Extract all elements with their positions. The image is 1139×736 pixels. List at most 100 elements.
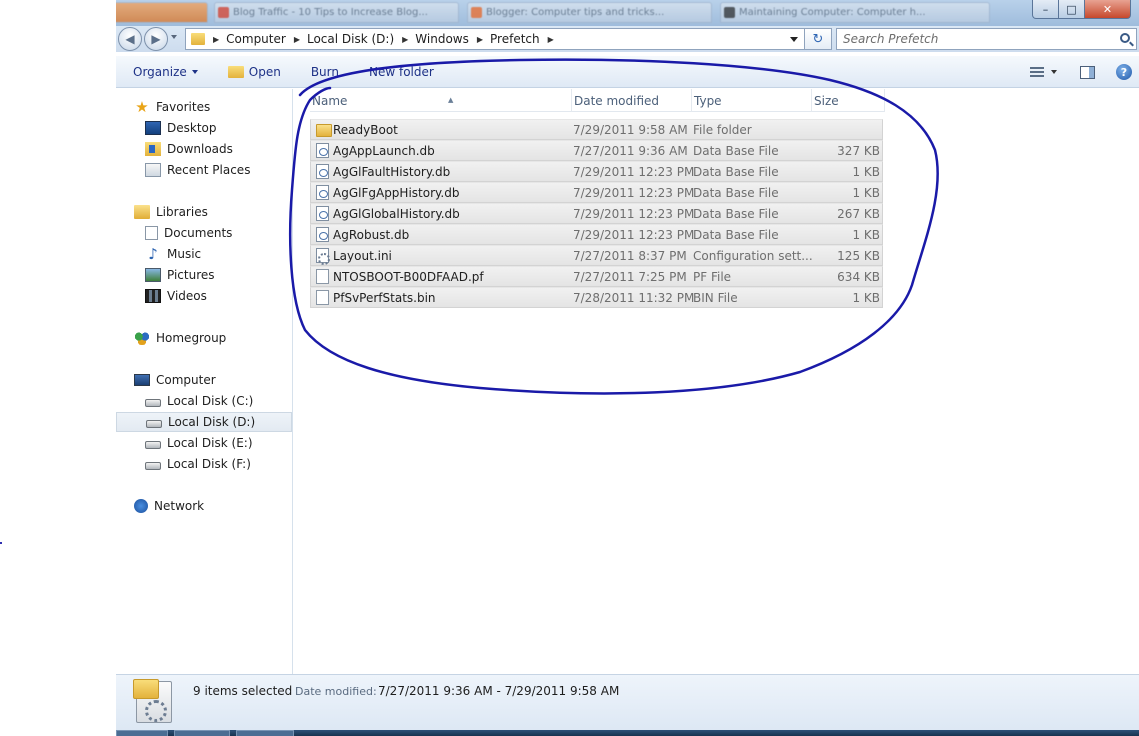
chevron-right-icon[interactable]: ▶ xyxy=(213,35,219,44)
nav-computer[interactable]: Computer xyxy=(134,370,216,390)
computer-icon xyxy=(134,374,150,386)
nav-libraries[interactable]: Libraries xyxy=(134,202,208,222)
nav-local-disk-d[interactable]: Local Disk (D:) xyxy=(116,412,292,432)
file-row[interactable]: NTOSBOOT-B00DFAAD.pf 7/27/2011 7:25 PM P… xyxy=(310,266,883,287)
blurred-tab-0[interactable] xyxy=(116,2,208,23)
close-button[interactable]: ✕ xyxy=(1085,0,1131,19)
blurred-tab-2[interactable]: Blogger: Computer tips and tricks... xyxy=(467,2,712,23)
hard-drive-icon xyxy=(145,398,161,407)
address-bar[interactable]: ▶ Computer ▶ Local Disk (D:) ▶ Windows ▶… xyxy=(185,28,805,50)
breadcrumb-local-disk-d[interactable]: Local Disk (D:) xyxy=(307,32,394,46)
command-bar-right: ? xyxy=(1030,56,1139,88)
forward-arrow-icon: ▶ xyxy=(151,32,161,46)
nav-local-disk-e[interactable]: Local Disk (E:) xyxy=(145,433,253,453)
nav-local-disk-f[interactable]: Local Disk (F:) xyxy=(145,454,251,474)
blurred-tab-1[interactable]: Blog Traffic - 10 Tips to Increase Blog.… xyxy=(214,2,459,23)
chevron-right-icon[interactable]: ▶ xyxy=(294,35,300,44)
pictures-icon xyxy=(145,268,161,282)
taskbar-button[interactable] xyxy=(174,730,230,736)
file-row[interactable]: Layout.ini 7/27/2011 8:37 PM Configurati… xyxy=(310,245,883,266)
file-row[interactable]: AgGlFaultHistory.db 7/29/2011 12:23 PM D… xyxy=(310,161,883,182)
blurred-tab-3[interactable]: Maintaining Computer: Computer h... xyxy=(720,2,990,23)
file-name: AgGlGlobalHistory.db xyxy=(333,207,460,221)
nav-recent-places[interactable]: Recent Places xyxy=(145,160,250,180)
tab-favicon-icon xyxy=(471,7,482,18)
recent-pages-dropdown-icon[interactable] xyxy=(171,35,177,39)
chevron-right-icon[interactable]: ▶ xyxy=(402,35,408,44)
preview-pane-icon[interactable] xyxy=(1080,65,1095,79)
nav-network[interactable]: Network xyxy=(134,496,204,516)
organize-button[interactable]: Organize xyxy=(133,65,198,79)
file-name: ReadyBoot xyxy=(333,123,398,137)
nav-documents[interactable]: Documents xyxy=(145,223,232,243)
tab-favicon-icon xyxy=(218,7,229,18)
settings-file-icon xyxy=(316,248,330,265)
downloads-icon xyxy=(145,142,161,156)
column-type[interactable]: Type xyxy=(692,89,812,112)
folder-icon xyxy=(191,33,205,45)
database-file-icon xyxy=(316,206,329,221)
file-type: PF File xyxy=(693,270,732,284)
file-size: 1 KB xyxy=(852,165,880,179)
tab-favicon-icon xyxy=(724,7,735,18)
file-row[interactable]: AgGlFgAppHistory.db 7/29/2011 12:23 PM D… xyxy=(310,182,883,203)
chevron-down-icon[interactable] xyxy=(1051,70,1057,74)
database-file-icon xyxy=(316,143,329,158)
database-file-icon xyxy=(316,185,329,200)
nav-videos[interactable]: Videos xyxy=(145,286,207,306)
file-row[interactable]: AgGlGlobalHistory.db 7/29/2011 12:23 PM … xyxy=(310,203,883,224)
forward-button[interactable]: ▶ xyxy=(144,27,168,51)
homegroup-icon xyxy=(134,331,150,345)
file-row[interactable]: ReadyBoot 7/29/2011 9:58 AM File folder xyxy=(310,119,883,140)
search-icon[interactable] xyxy=(1120,33,1130,43)
chevron-right-icon[interactable]: ▶ xyxy=(477,35,483,44)
new-folder-button[interactable]: New folder xyxy=(369,65,434,79)
change-view-icon[interactable] xyxy=(1030,67,1044,77)
caption-buttons: – □ ✕ xyxy=(1032,0,1131,19)
breadcrumb-prefetch[interactable]: Prefetch xyxy=(490,32,540,46)
selection-thumbnail-icon xyxy=(133,679,172,723)
nav-music[interactable]: ♪ Music xyxy=(145,244,201,264)
column-size[interactable]: Size xyxy=(812,89,885,112)
file-row[interactable]: AgAppLaunch.db 7/27/2011 9:36 AM Data Ba… xyxy=(310,140,883,161)
open-button[interactable]: Open xyxy=(227,65,281,79)
command-bar: Organize Open Burn New folder ? xyxy=(116,56,1139,88)
nav-pictures[interactable]: Pictures xyxy=(145,265,215,285)
stray-mark xyxy=(0,542,2,544)
file-name: PfSvPerfStats.bin xyxy=(333,291,436,305)
file-size: 1 KB xyxy=(852,228,880,242)
database-file-icon xyxy=(316,227,329,242)
taskbar-button[interactable] xyxy=(116,730,168,736)
date-modified-value: 7/27/2011 9:36 AM - 7/29/2011 9:58 AM xyxy=(378,684,620,698)
column-name[interactable]: Name ▲ xyxy=(310,89,572,112)
title-bar[interactable]: Blog Traffic - 10 Tips to Increase Blog.… xyxy=(116,0,1139,26)
date-modified-label: Date modified: xyxy=(295,685,377,698)
nav-local-disk-c[interactable]: Local Disk (C:) xyxy=(145,391,253,411)
hard-drive-icon xyxy=(145,440,161,449)
blank-file-icon xyxy=(316,269,329,284)
help-icon[interactable]: ? xyxy=(1116,64,1132,80)
maximize-button[interactable]: □ xyxy=(1059,0,1085,19)
nav-favorites[interactable]: ★ Favorites xyxy=(134,97,210,117)
hard-drive-icon xyxy=(145,461,161,470)
minimize-button[interactable]: – xyxy=(1032,0,1059,19)
nav-homegroup[interactable]: Homegroup xyxy=(134,328,226,348)
breadcrumb-computer[interactable]: Computer xyxy=(226,32,286,46)
refresh-button[interactable]: ↻ xyxy=(805,28,832,50)
back-button[interactable]: ◀ xyxy=(118,27,142,51)
music-icon: ♪ xyxy=(148,245,158,263)
nav-downloads[interactable]: Downloads xyxy=(145,139,233,159)
breadcrumb-windows[interactable]: Windows xyxy=(415,32,469,46)
burn-button[interactable]: Burn xyxy=(311,65,339,79)
column-date-modified[interactable]: Date modified xyxy=(572,89,692,112)
address-row: ◀ ▶ ▶ Computer ▶ Local Disk (D:) ▶ Windo… xyxy=(116,26,1139,52)
chevron-right-icon[interactable]: ▶ xyxy=(548,35,554,44)
taskbar-button[interactable] xyxy=(236,730,294,736)
file-size xyxy=(820,120,880,140)
search-box[interactable] xyxy=(836,28,1137,50)
search-input[interactable] xyxy=(837,29,1107,49)
address-dropdown-icon[interactable] xyxy=(790,37,798,42)
file-row[interactable]: AgRobust.db 7/29/2011 12:23 PM Data Base… xyxy=(310,224,883,245)
file-row[interactable]: PfSvPerfStats.bin 7/28/2011 11:32 PM BIN… xyxy=(310,287,883,308)
nav-desktop[interactable]: Desktop xyxy=(145,118,217,138)
